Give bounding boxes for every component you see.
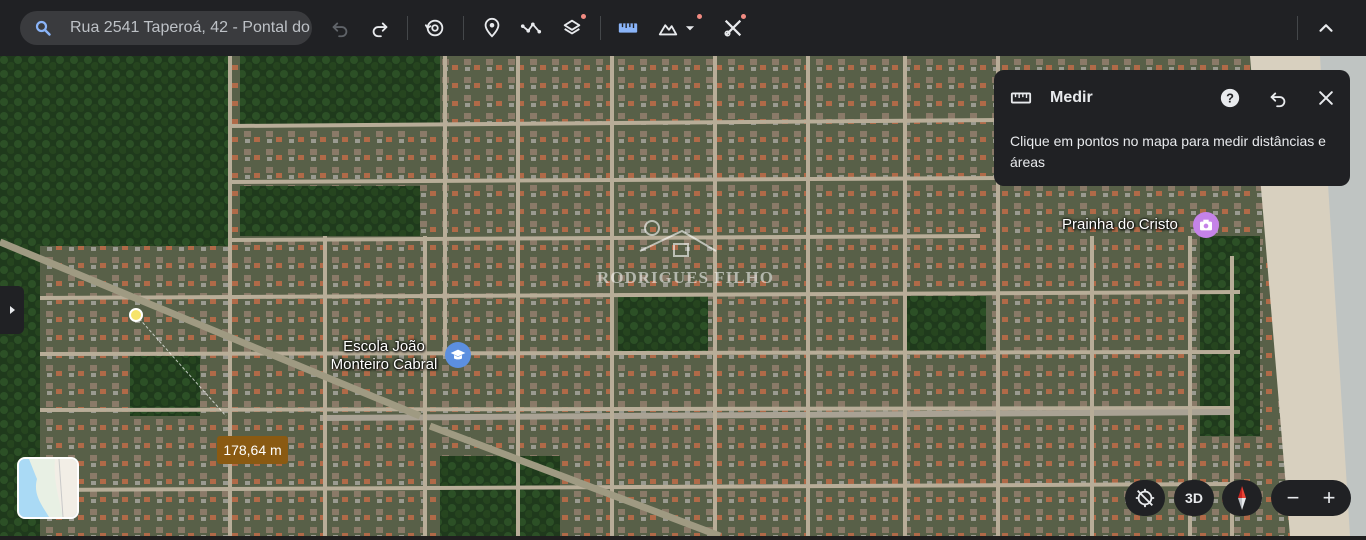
watermark-text: RODRIGUES FILHO xyxy=(597,268,774,287)
minimap-image xyxy=(19,459,77,517)
unlock-orientation-button[interactable] xyxy=(1125,480,1165,516)
placemark-icon xyxy=(484,17,500,38)
redo-button[interactable] xyxy=(366,14,394,42)
school-label[interactable]: Escola João Monteiro Cabral xyxy=(326,338,442,374)
search-input[interactable] xyxy=(70,11,310,45)
minimap[interactable] xyxy=(17,457,79,519)
toolbar-divider xyxy=(600,16,601,40)
beach-label[interactable]: Prainha do Cristo xyxy=(1062,216,1178,233)
svg-text:?: ? xyxy=(1226,91,1234,106)
toolbar xyxy=(0,0,1366,57)
dropdown-icon xyxy=(685,26,695,31)
notification-dot xyxy=(741,14,746,19)
close-icon xyxy=(1319,91,1333,105)
no-rotation-icon xyxy=(1135,488,1155,508)
camera-icon xyxy=(1200,219,1212,231)
collapse-toolbar-button[interactable] xyxy=(1312,14,1340,42)
undo-button[interactable] xyxy=(326,14,354,42)
notification-dot xyxy=(697,14,702,19)
search-icon[interactable] xyxy=(35,20,51,36)
measure-title: Medir xyxy=(1050,89,1093,106)
historical-imagery-button[interactable] xyxy=(421,14,449,42)
help-button[interactable]: ? xyxy=(1218,86,1242,110)
compass-button[interactable] xyxy=(1222,480,1262,516)
expand-sidebar-button[interactable] xyxy=(0,286,24,334)
close-button[interactable] xyxy=(1314,86,1338,110)
undo-icon xyxy=(332,22,348,38)
measure-description: Clique em pontos no mapa para medir dist… xyxy=(1010,133,1326,170)
3d-toggle-button[interactable]: 3D xyxy=(1174,480,1214,516)
placemark-button[interactable] xyxy=(478,14,506,42)
path-icon xyxy=(520,22,542,34)
zoom-out-button[interactable]: − xyxy=(1281,485,1305,511)
tools-icon xyxy=(724,19,742,37)
undo-measure-button[interactable] xyxy=(1266,86,1290,110)
toolbar-divider xyxy=(407,16,408,40)
collapse-icon xyxy=(1319,24,1333,32)
path-button[interactable] xyxy=(517,14,545,42)
measure-panel: Medir ? Clique em pontos no mapa para me… xyxy=(994,70,1350,186)
zoom-control: − + xyxy=(1271,480,1351,516)
compass-icon xyxy=(1238,486,1246,510)
distance-label: 178,64 m xyxy=(217,436,288,464)
undo-icon xyxy=(1270,92,1286,108)
notification-dot xyxy=(581,14,586,19)
search-box[interactable] xyxy=(20,11,312,45)
zoom-in-button[interactable]: + xyxy=(1317,485,1341,511)
redo-icon xyxy=(372,22,388,38)
layers-icon xyxy=(563,19,581,35)
school-icon xyxy=(450,349,466,360)
help-icon: ? xyxy=(1220,88,1240,108)
status-bar xyxy=(0,536,1366,540)
toolbar-divider xyxy=(463,16,464,40)
measure-button[interactable] xyxy=(614,14,642,42)
map-style-button[interactable] xyxy=(654,14,682,42)
chevron-right-icon xyxy=(10,306,15,314)
ruler-icon xyxy=(618,23,638,33)
map-style-icon xyxy=(658,24,678,36)
beach-marker[interactable] xyxy=(1193,212,1219,238)
school-marker[interactable] xyxy=(445,342,471,368)
ruler-icon xyxy=(1009,86,1033,110)
toolbar-divider xyxy=(1297,16,1298,40)
historical-imagery-icon xyxy=(424,19,444,37)
